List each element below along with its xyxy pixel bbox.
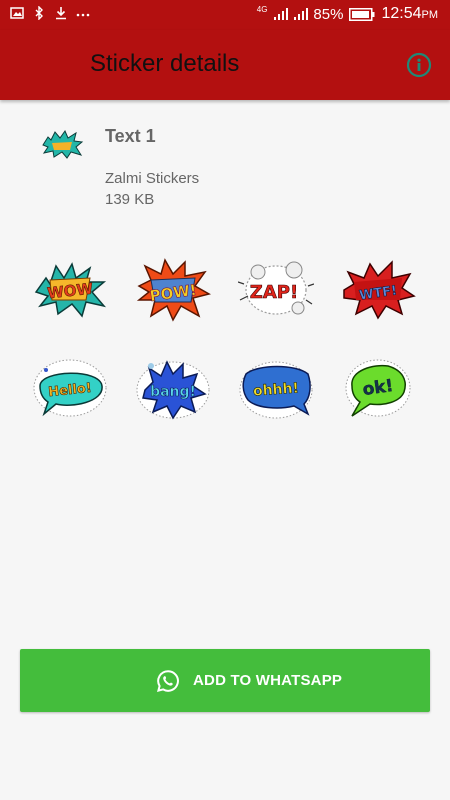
add-to-whatsapp-button[interactable]: ADD TO WHATSAPP: [20, 649, 430, 712]
battery-icon: [349, 7, 375, 21]
bang-sticker-icon: bang!: [136, 360, 210, 420]
wtf-sticker-icon: WTF!: [343, 260, 416, 320]
sticker-hello[interactable]: Hello!: [32, 356, 108, 422]
info-icon: [406, 52, 432, 78]
svg-text:ohhh!: ohhh!: [253, 380, 300, 399]
info-button[interactable]: [406, 52, 432, 78]
clock: 12:54PM: [381, 5, 438, 23]
battery-percent: 85%: [313, 5, 344, 23]
clock-ampm: PM: [421, 9, 439, 21]
sticker-ok[interactable]: ok!: [340, 356, 416, 422]
whatsapp-icon: [156, 669, 180, 693]
zap-sticker-icon: ZAP!: [237, 261, 315, 315]
wow-sticker-icon: WOW: [34, 262, 107, 318]
network-type-label: 4G: [256, 4, 268, 14]
status-bar: 4G 85% 12:54PM: [0, 0, 450, 30]
download-icon: [54, 6, 68, 20]
pack-tray-icon: [40, 128, 84, 160]
app-bar: Sticker details: [0, 30, 450, 100]
pack-size: 139 KB: [105, 191, 155, 208]
sticker-ohhh[interactable]: ohhh!: [238, 356, 314, 422]
svg-text:bang!: bang!: [150, 384, 196, 400]
add-to-whatsapp-label: ADD TO WHATSAPP: [193, 672, 343, 689]
sticker-wow[interactable]: WOW: [32, 256, 108, 322]
image-icon: [10, 6, 24, 20]
more-dots-icon: [76, 6, 90, 20]
sticker-wtf[interactable]: WTF!: [340, 256, 416, 322]
wifi-icon: [273, 7, 289, 21]
pow-sticker-icon: POW!: [136, 258, 211, 322]
sticker-zap[interactable]: ZAP!: [237, 256, 315, 322]
clock-time: 12:54: [381, 5, 422, 22]
svg-text:ZAP!: ZAP!: [250, 282, 298, 303]
ok-sticker-icon: ok!: [345, 359, 411, 417]
pack-author: Zalmi Stickers: [105, 170, 200, 187]
pack-name: Text 1: [105, 126, 156, 146]
sticker-bang[interactable]: bang!: [135, 356, 211, 422]
svg-text:ok!: ok!: [361, 376, 394, 400]
page-title: Sticker details: [90, 50, 240, 77]
ohhh-sticker-icon: ohhh!: [239, 361, 313, 419]
hello-sticker-icon: Hello!: [33, 359, 107, 417]
sticker-pow[interactable]: POW!: [135, 256, 211, 322]
signal-icon: [293, 7, 309, 21]
bluetooth-icon: [32, 5, 46, 21]
